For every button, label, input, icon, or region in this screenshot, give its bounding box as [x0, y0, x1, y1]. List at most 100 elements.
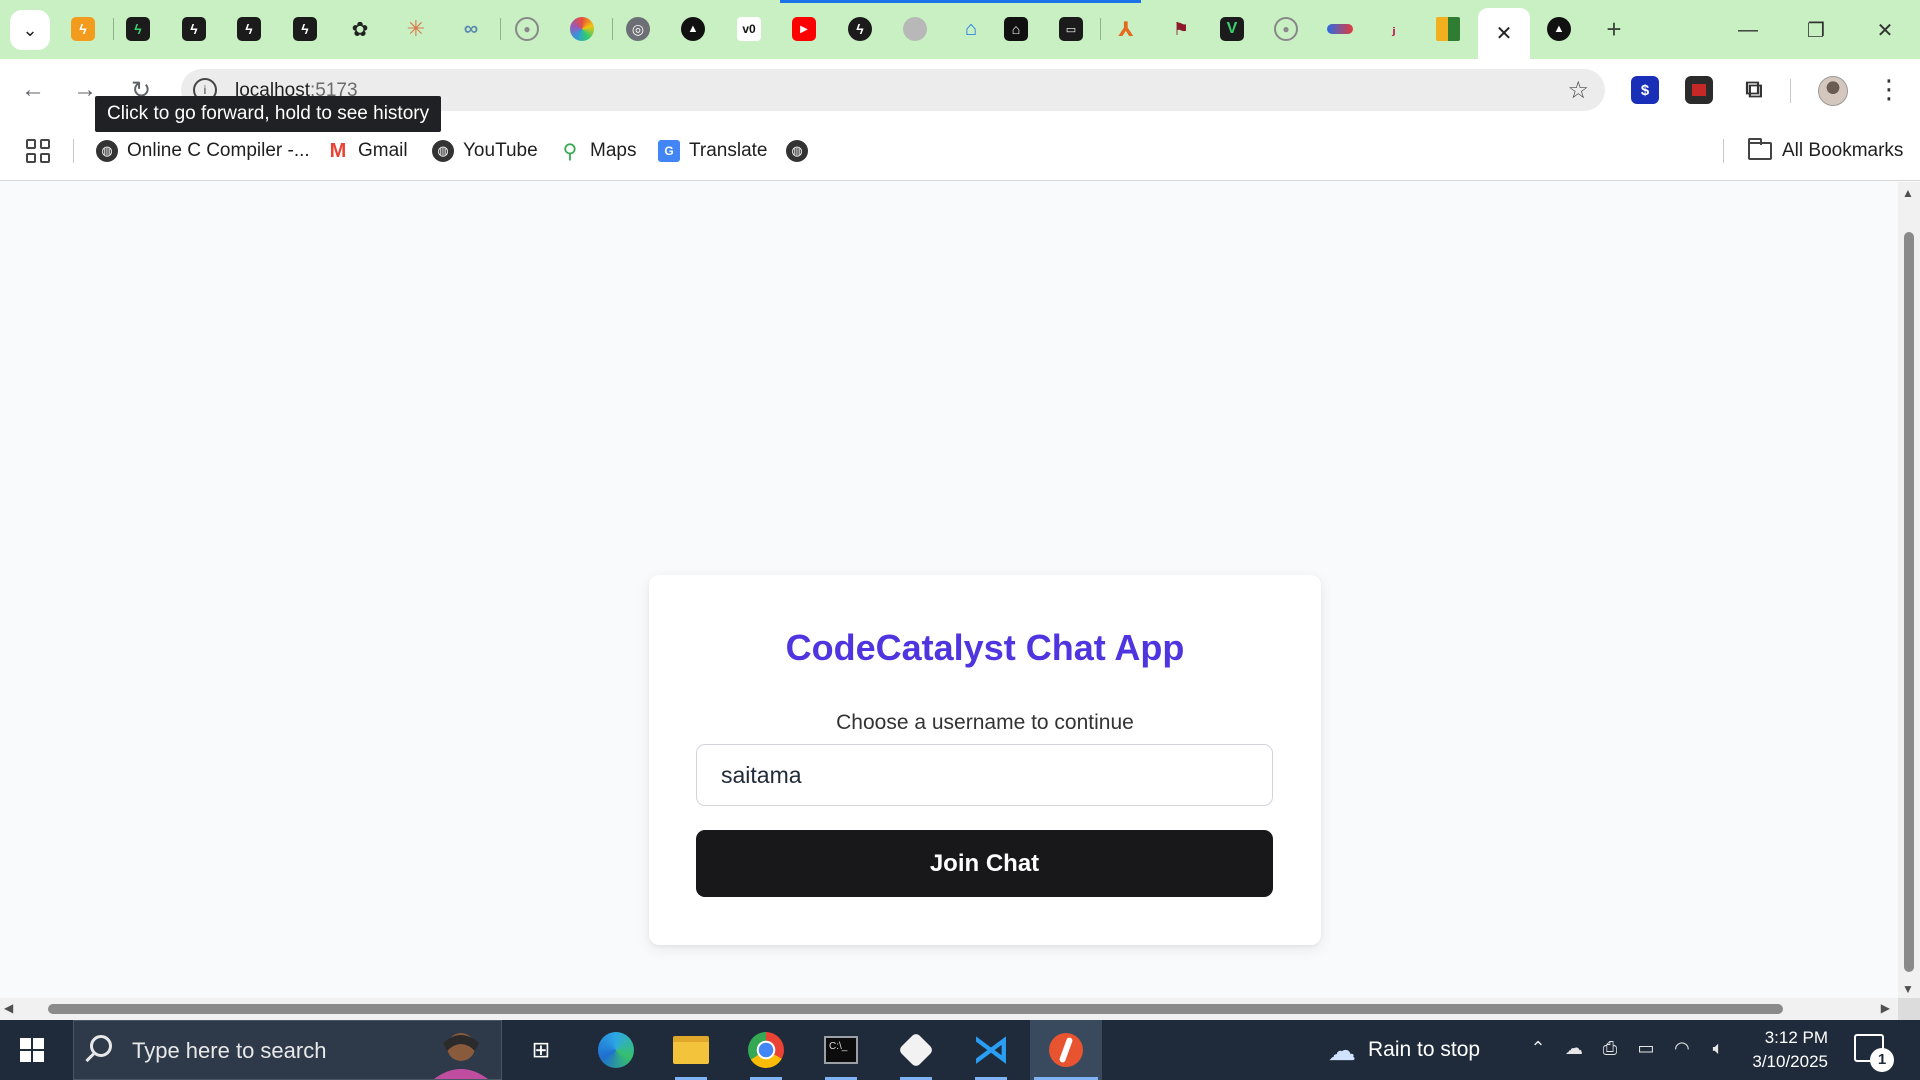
- tab-14[interactable]: ▶: [788, 12, 820, 46]
- postman-icon: [1049, 1033, 1083, 1067]
- join-chat-button[interactable]: Join Chat: [696, 830, 1273, 897]
- tab-17[interactable]: ⌂: [955, 12, 987, 46]
- volume-icon[interactable]: 🔈︎: [1706, 1038, 1730, 1059]
- wifi-icon[interactable]: ◠: [1670, 1038, 1694, 1059]
- bookmarks-divider: [1723, 139, 1724, 163]
- minimize-button[interactable]: —: [1725, 10, 1771, 50]
- close-icon[interactable]: ✕: [1496, 21, 1513, 46]
- app-cube-button[interactable]: [880, 1020, 952, 1080]
- tab-16[interactable]: [899, 12, 931, 46]
- file-explorer-icon: [673, 1036, 709, 1064]
- tab-20[interactable]: ⅄: [1110, 12, 1142, 46]
- tab-9[interactable]: ●: [511, 12, 543, 46]
- extension-icon[interactable]: [1685, 76, 1713, 104]
- new-tab-button[interactable]: +: [1597, 12, 1631, 46]
- vscode-button[interactable]: ⋊: [955, 1020, 1027, 1080]
- postman-button[interactable]: [1030, 1020, 1102, 1080]
- tab-1[interactable]: ϟ: [67, 12, 99, 46]
- back-button[interactable]: ←: [14, 71, 52, 109]
- extension-icon[interactable]: $: [1631, 76, 1659, 104]
- scrollbar-thumb[interactable]: [1904, 232, 1914, 972]
- tab-25[interactable]: ⱼ: [1378, 12, 1410, 46]
- vscode-icon: ⋊: [972, 1029, 1010, 1071]
- avatar[interactable]: [1818, 76, 1848, 106]
- tab-11[interactable]: ◎: [622, 12, 654, 46]
- tab-6[interactable]: ✿: [344, 12, 376, 46]
- windows-start-icon[interactable]: [20, 1038, 44, 1062]
- extensions-puzzle-icon[interactable]: ⧉: [1740, 76, 1768, 104]
- tab-22[interactable]: V: [1216, 12, 1248, 46]
- copilot-icon: ∞: [463, 17, 479, 40]
- tab-21[interactable]: ⚑: [1165, 12, 1197, 46]
- jetbrains-icon: ⱼ: [1392, 21, 1396, 38]
- tab-search-button[interactable]: ⌄: [10, 10, 50, 50]
- tab-8[interactable]: ∞: [455, 12, 487, 46]
- task-view-icon: ⊞: [531, 1037, 551, 1062]
- show-hidden-icons-chevron-icon[interactable]: ⌃: [1526, 1038, 1550, 1059]
- file-explorer-button[interactable]: [655, 1020, 727, 1080]
- tab-4[interactable]: ϟ: [233, 12, 265, 46]
- bookmark-online-c-compiler[interactable]: ◍ Online C Compiler -...: [96, 137, 310, 165]
- edge-button[interactable]: [580, 1020, 652, 1080]
- onedrive-cloud-icon[interactable]: ☁: [1562, 1038, 1586, 1059]
- tab-19[interactable]: ▭: [1055, 12, 1087, 46]
- tab-24[interactable]: [1324, 12, 1356, 46]
- tab-18[interactable]: ⌂: [1000, 12, 1032, 46]
- close-window-button[interactable]: ✕: [1862, 10, 1908, 50]
- bookmark-youtube[interactable]: ◍ YouTube: [432, 137, 538, 165]
- scrollbar-thumb[interactable]: [48, 1004, 1783, 1014]
- scroll-right-icon[interactable]: ▶: [1881, 1001, 1890, 1015]
- toolbar-divider: [1790, 79, 1791, 103]
- apps-grid-icon[interactable]: [26, 139, 50, 163]
- bookmark-label: Gmail: [358, 140, 408, 161]
- tab-26[interactable]: [1432, 12, 1464, 46]
- system-clock[interactable]: 3:12 PM 3/10/2025: [1738, 1026, 1828, 1074]
- tab-divider: [500, 18, 501, 40]
- bookmark-gmail[interactable]: M Gmail: [327, 137, 408, 165]
- restore-button[interactable]: ❐: [1793, 10, 1839, 50]
- bookmark-star-icon[interactable]: ☆: [1567, 76, 1589, 105]
- active-tab[interactable]: ✕: [1478, 8, 1530, 59]
- taskbar-search[interactable]: Type here to search: [73, 1020, 502, 1080]
- username-input[interactable]: [696, 744, 1273, 806]
- tab-15[interactable]: ϟ: [844, 12, 876, 46]
- vercel-icon: ▲: [681, 17, 705, 41]
- search-highlight-art: [434, 1033, 488, 1079]
- tab-27[interactable]: ▲: [1543, 12, 1575, 46]
- tab-10[interactable]: [566, 12, 598, 46]
- forward-tooltip: Click to go forward, hold to see history: [95, 96, 442, 132]
- gmail-icon: M: [329, 139, 347, 162]
- all-bookmarks-button[interactable]: All Bookmarks: [1748, 137, 1903, 165]
- github-icon: ●: [515, 17, 539, 41]
- vertical-scrollbar[interactable]: ▲ ▼: [1898, 182, 1920, 998]
- scroll-up-icon[interactable]: ▲: [1902, 186, 1914, 200]
- bookmark-label: Maps: [590, 140, 637, 161]
- weather-widget[interactable]: ☁ Rain to stop: [1328, 1034, 1480, 1066]
- tab-12[interactable]: ▲: [677, 12, 709, 46]
- scroll-down-icon[interactable]: ▼: [1902, 982, 1914, 996]
- all-bookmarks-label: All Bookmarks: [1782, 140, 1904, 161]
- chrome-button[interactable]: [730, 1020, 802, 1080]
- tab-5[interactable]: ϟ: [289, 12, 321, 46]
- scroll-left-icon[interactable]: ◀: [4, 1001, 13, 1015]
- search-icon: [90, 1035, 112, 1057]
- colorwheel-icon: [570, 17, 594, 41]
- task-view-button[interactable]: ⊞: [505, 1020, 577, 1080]
- github-icon: ●: [1274, 17, 1298, 41]
- login-card: CodeCatalyst Chat App Choose a username …: [649, 575, 1321, 945]
- terminal-button[interactable]: C:\_: [805, 1020, 877, 1080]
- vite-icon: V: [1220, 17, 1244, 41]
- bookmark-globe[interactable]: ◍: [786, 137, 808, 165]
- bookmark-translate[interactable]: G Translate: [658, 137, 768, 165]
- tab-23[interactable]: ●: [1270, 12, 1302, 46]
- tab-2[interactable]: ϟ: [122, 12, 154, 46]
- meet-now-icon[interactable]: ⎙: [1598, 1038, 1622, 1059]
- battery-icon[interactable]: ▭: [1634, 1038, 1658, 1059]
- flag-icon: ⚑: [1172, 18, 1190, 39]
- horizontal-scrollbar[interactable]: ◀ ▶: [0, 998, 1898, 1020]
- bookmark-maps[interactable]: ⚲ Maps: [559, 137, 637, 165]
- tab-3[interactable]: ϟ: [178, 12, 210, 46]
- tab-7[interactable]: ✳: [400, 12, 432, 46]
- tab-13[interactable]: v0: [733, 12, 765, 46]
- menu-kebab-icon[interactable]: ⋮: [1876, 74, 1902, 104]
